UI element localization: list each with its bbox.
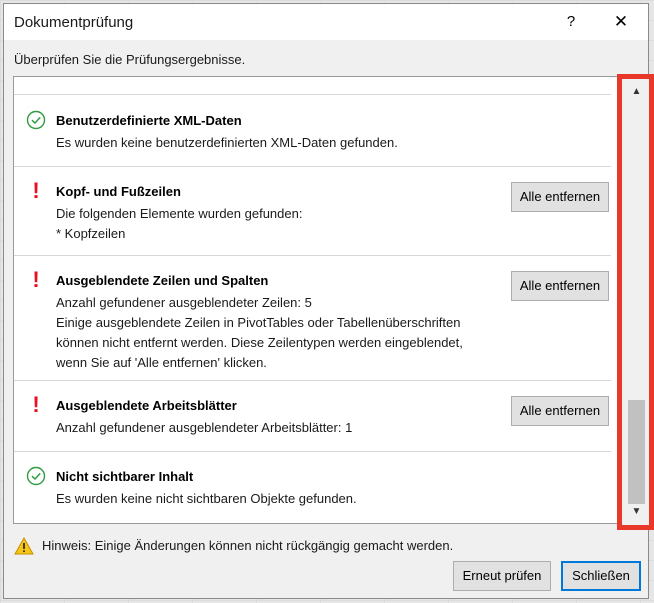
item-description: Es wurden keine nicht sichtbaren Objekte… bbox=[56, 491, 357, 506]
list-item-partial bbox=[14, 77, 611, 95]
title-bar: Dokumentprüfung ? ✕ bbox=[4, 4, 648, 40]
scrollbar-thumb[interactable] bbox=[628, 400, 645, 504]
results-list[interactable]: Benutzerdefinierte XML-Daten Es wurden k… bbox=[14, 77, 611, 523]
help-button[interactable]: ? bbox=[559, 10, 583, 34]
item-description: Anzahl gefundener ausgeblendeter Arbeits… bbox=[56, 420, 353, 435]
warning-triangle-icon bbox=[14, 537, 34, 555]
item-description: Anzahl gefundener ausgeblendeter Zeilen:… bbox=[56, 295, 463, 370]
item-title: Nicht sichtbarer Inhalt bbox=[56, 469, 194, 484]
hint-text: Hinweis: Einige Änderungen können nicht … bbox=[42, 538, 454, 553]
dialog-title: Dokumentprüfung bbox=[14, 14, 134, 31]
item-description: Es wurden keine benutzerdefinierten XML-… bbox=[56, 135, 398, 150]
item-title: Ausgeblendete Arbeitsblätter bbox=[56, 398, 237, 413]
list-item-hidden-rows-columns: ! Ausgeblendete Zeilen und Spalten Anzah… bbox=[14, 256, 611, 381]
scroll-up-icon[interactable]: ▲ bbox=[626, 82, 647, 102]
results-panel: Benutzerdefinierte XML-Daten Es wurden k… bbox=[13, 76, 637, 524]
exclamation-icon: ! bbox=[32, 178, 40, 203]
check-circle-icon bbox=[26, 110, 46, 130]
check-circle-icon bbox=[26, 466, 46, 486]
item-description: Die folgenden Elemente wurden gefunden: … bbox=[56, 206, 303, 241]
document-inspector-dialog: Dokumentprüfung ? ✕ Überprüfen Sie die P… bbox=[3, 3, 654, 599]
close-button[interactable]: Schließen bbox=[561, 561, 641, 591]
vertical-scrollbar[interactable]: ▲ ▼ bbox=[626, 82, 647, 522]
remove-all-button[interactable]: Alle entfernen bbox=[511, 271, 609, 301]
list-item-hidden-worksheets: ! Ausgeblendete Arbeitsblätter Anzahl ge… bbox=[14, 381, 611, 452]
list-item-invisible-content: Nicht sichtbarer Inhalt Es wurden keine … bbox=[14, 452, 611, 523]
scrollbar-highlight: ▲ ▼ bbox=[617, 74, 654, 530]
item-title: Kopf- und Fußzeilen bbox=[56, 184, 181, 199]
exclamation-icon: ! bbox=[32, 267, 40, 292]
remove-all-button[interactable]: Alle entfernen bbox=[511, 182, 609, 212]
remove-all-button[interactable]: Alle entfernen bbox=[511, 396, 609, 426]
close-icon[interactable]: ✕ bbox=[609, 10, 633, 34]
recheck-button[interactable]: Erneut prüfen bbox=[453, 561, 551, 591]
item-title: Ausgeblendete Zeilen und Spalten bbox=[56, 273, 269, 288]
list-item-custom-xml: Benutzerdefinierte XML-Daten Es wurden k… bbox=[14, 96, 611, 167]
list-item-headers-footers: ! Kopf- und Fußzeilen Die folgenden Elem… bbox=[14, 167, 611, 256]
scroll-down-icon[interactable]: ▼ bbox=[626, 502, 647, 522]
exclamation-icon: ! bbox=[32, 392, 40, 417]
instruction-text: Überprüfen Sie die Prüfungsergebnisse. bbox=[14, 52, 246, 67]
item-title: Benutzerdefinierte XML-Daten bbox=[56, 113, 242, 128]
